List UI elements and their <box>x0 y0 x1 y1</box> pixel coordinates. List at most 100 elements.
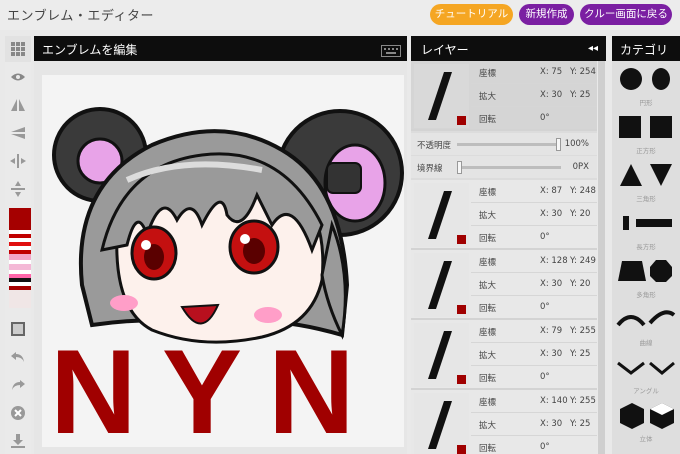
tutorial-button[interactable]: チュートリアル <box>430 4 513 25</box>
rotation-value[interactable]: 0° <box>540 372 550 382</box>
layer-color-indicator <box>457 116 466 125</box>
back-to-crew-button[interactable]: クルー画面に戻る <box>580 4 672 25</box>
border-slider-handle[interactable] <box>457 161 462 174</box>
position-x[interactable]: X: 140 <box>540 396 568 406</box>
layer-item[interactable]: 座標 X: 140 Y: 255 拡大 X: 30 Y: 25 回転 0° <box>411 390 597 454</box>
position-x[interactable]: X: 75 <box>540 67 562 77</box>
position-x[interactable]: X: 128 <box>540 256 568 266</box>
border-track[interactable] <box>457 166 561 169</box>
layer-item[interactable]: 座標 X: 87 Y: 248 拡大 X: 30 Y: 20 回転 0° <box>411 180 597 250</box>
download-icon[interactable] <box>5 428 31 454</box>
layer-thumbnail[interactable] <box>414 253 469 317</box>
position-label: 座標 <box>479 398 497 408</box>
position-label: 座標 <box>479 328 497 338</box>
center-horizontal-icon[interactable] <box>5 148 31 174</box>
layer-item[interactable]: 座標 X: 79 Y: 255 拡大 X: 30 Y: 25 回転 0° <box>411 320 597 390</box>
position-y[interactable]: Y: 254 <box>570 67 596 77</box>
position-label: 座標 <box>479 258 497 268</box>
emblem-letter-3: N <box>268 325 355 447</box>
layer-list: 座標 X: 75 Y: 254 拡大 X: 30 Y: 25 回転 0° 不透明度 100% 境界線… <box>411 61 597 454</box>
category-title: カテゴリ <box>620 43 669 57</box>
scale-x[interactable]: X: 30 <box>540 209 562 219</box>
position-y[interactable]: Y: 255 <box>570 396 596 406</box>
scale-x[interactable]: X: 30 <box>540 349 562 359</box>
layers-header: レイヤー ◂◂ <box>411 36 606 61</box>
position-y[interactable]: Y: 248 <box>570 186 596 196</box>
layer-scrollbar[interactable] <box>598 61 605 454</box>
layer-rotation-row: 回転 0° <box>471 366 597 389</box>
rotation-value[interactable]: 0° <box>540 442 550 452</box>
scale-y[interactable]: Y: 25 <box>570 90 590 100</box>
category-item[interactable]: 正方形 <box>612 109 680 157</box>
layer-thumbnail[interactable] <box>414 64 469 128</box>
grid-icon[interactable] <box>5 36 31 62</box>
layer-rotation-row: 回転 0° <box>471 436 597 454</box>
category-item[interactable]: 多角形 <box>612 253 680 301</box>
collapse-panel-icon[interactable]: ◂◂ <box>588 43 598 54</box>
scale-y[interactable]: Y: 25 <box>570 349 590 359</box>
undo-icon[interactable] <box>5 344 31 370</box>
border-label: 境界線 <box>417 164 443 174</box>
category-item[interactable]: 曲線 <box>612 301 680 349</box>
category-shape-preview <box>620 403 674 429</box>
layer-position-row: 座標 X: 75 Y: 254 <box>471 61 597 84</box>
layer-color-indicator <box>457 375 466 384</box>
visibility-eye-icon[interactable] <box>5 64 31 90</box>
opacity-value: 100% <box>564 139 589 149</box>
layer-item[interactable]: 座標 X: 128 Y: 249 拡大 X: 30 Y: 20 回転 0° <box>411 250 597 320</box>
category-item[interactable]: 円形 <box>612 61 680 109</box>
center-vertical-icon[interactable] <box>5 176 31 202</box>
scale-y[interactable]: Y: 20 <box>570 279 590 289</box>
category-header: カテゴリ <box>612 36 680 61</box>
scale-label: 拡大 <box>479 211 497 221</box>
position-x[interactable]: X: 87 <box>540 186 562 196</box>
layer-thumbnail[interactable] <box>414 183 469 247</box>
category-item[interactable]: 三角形 <box>612 157 680 205</box>
scale-y[interactable]: Y: 25 <box>570 419 590 429</box>
category-item[interactable]: 長方形 <box>612 205 680 253</box>
color-swatch[interactable] <box>9 290 31 308</box>
layer-scale-row: 拡大 X: 30 Y: 20 <box>471 273 597 296</box>
layer-scale-row: 拡大 X: 30 Y: 25 <box>471 343 597 366</box>
new-button[interactable]: 新規作成 <box>519 4 574 25</box>
scale-y[interactable]: Y: 20 <box>570 209 590 219</box>
keyboard-icon[interactable] <box>381 42 401 61</box>
flip-vertical-icon[interactable] <box>5 120 31 146</box>
category-item[interactable]: 立体 <box>612 397 680 445</box>
layer-scale-row: 拡大 X: 30 Y: 25 <box>471 413 597 436</box>
layer-thumbnail[interactable] <box>414 393 469 454</box>
flip-horizontal-icon[interactable] <box>5 92 31 118</box>
redo-icon[interactable] <box>5 372 31 398</box>
emblem-canvas[interactable]: N Y N <box>42 75 404 447</box>
scale-label: 拡大 <box>479 351 497 361</box>
scale-label: 拡大 <box>479 421 497 431</box>
rotation-label: 回転 <box>479 444 497 454</box>
scale-x[interactable]: X: 30 <box>540 90 562 100</box>
position-y[interactable]: Y: 255 <box>570 326 596 336</box>
position-y[interactable]: Y: 249 <box>570 256 596 266</box>
scale-x[interactable]: X: 30 <box>540 279 562 289</box>
opacity-track[interactable] <box>457 143 561 146</box>
category-item[interactable]: アングル <box>612 349 680 397</box>
layer-color-indicator <box>457 445 466 454</box>
category-label: 立体 <box>639 435 653 443</box>
opacity-slider-handle[interactable] <box>556 138 561 151</box>
rotation-value[interactable]: 0° <box>540 232 550 242</box>
position-x[interactable]: X: 79 <box>540 326 562 336</box>
layer-order-icon[interactable] <box>5 316 31 342</box>
editor-title: エンブレムを編集 <box>42 43 138 57</box>
scale-x[interactable]: X: 30 <box>540 419 562 429</box>
category-label: 曲線 <box>639 339 653 347</box>
layer-position-row: 座標 X: 79 Y: 255 <box>471 320 597 343</box>
delete-icon[interactable] <box>5 400 31 426</box>
app-title: エンブレム・エディター <box>7 9 154 24</box>
color-swatch[interactable] <box>9 208 31 230</box>
rotation-value[interactable]: 0° <box>540 113 550 123</box>
layer-thumbnail[interactable] <box>414 323 469 387</box>
tool-column <box>5 36 31 454</box>
layer-item[interactable]: 座標 X: 75 Y: 254 拡大 X: 30 Y: 25 回転 0° <box>411 61 597 131</box>
rotation-value[interactable]: 0° <box>540 302 550 312</box>
layer-rotation-row: 回転 0° <box>471 296 597 319</box>
layers-title: レイヤー <box>421 43 469 57</box>
layer-scale-row: 拡大 X: 30 Y: 20 <box>471 203 597 226</box>
